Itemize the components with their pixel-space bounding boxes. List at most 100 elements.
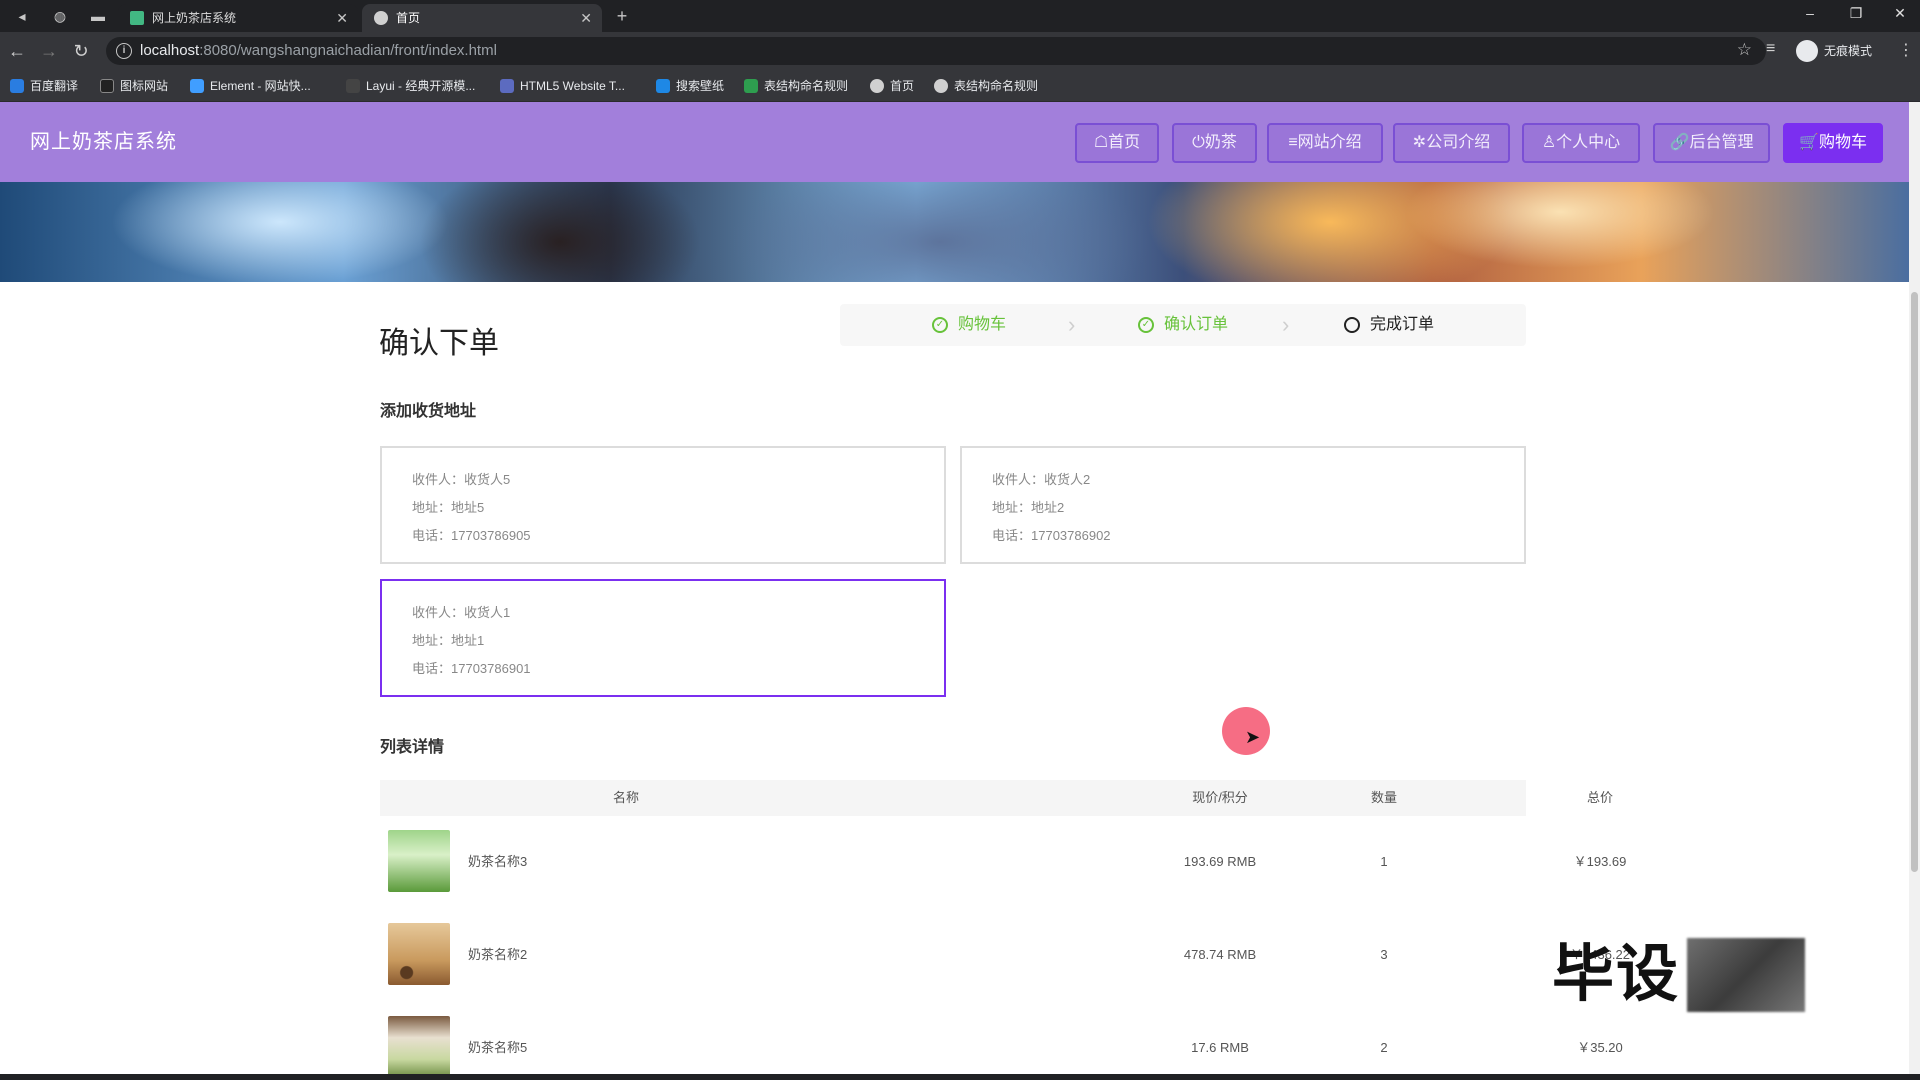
watermark-blur (1687, 938, 1805, 1012)
browser-toolbar: ← → ↻ i localhost:8080/wangshangnaichadi… (0, 32, 1920, 70)
back-icon[interactable]: ← (6, 40, 28, 62)
incognito-profile[interactable]: 无痕模式 (1796, 39, 1872, 63)
product-qty: 1 (1380, 854, 1388, 869)
tab-title: 首页 (396, 11, 421, 25)
chevron-right-icon: › (1068, 312, 1076, 337)
vue-icon (130, 11, 144, 25)
product-name: 奶茶名称3 (468, 854, 528, 869)
table-header: 名称 现价/积分 数量 总价 (380, 780, 1613, 816)
layui-icon (346, 79, 360, 93)
scrollbar-thumb[interactable] (1911, 292, 1918, 872)
new-tab-button[interactable]: + (612, 6, 632, 26)
chevron-right-icon: › (1282, 312, 1290, 337)
product-image[interactable] (388, 923, 450, 985)
product-name: 奶茶名称5 (468, 1040, 528, 1055)
page-scrollbar[interactable] (1909, 102, 1920, 1080)
product-price: 17.6 RMB (1191, 1040, 1249, 1055)
bookmark-item[interactable]: Element - 网站快... (190, 70, 311, 102)
bookmark-item[interactable]: 图标网站 (100, 70, 168, 102)
tab-search-icon[interactable]: ◂ (12, 6, 32, 26)
bookmarks-bar: 百度翻译 图标网站 Element - 网站快... Layui - 经典开源模… (0, 70, 1920, 102)
address-card[interactable]: 收件人：收货人5 地址：地址5 电话：17703786905 (380, 446, 946, 564)
globe-icon[interactable]: ◍ (50, 6, 70, 26)
window-icon[interactable]: ▬ (88, 6, 108, 26)
step-complete: 完成订单 (1344, 304, 1434, 346)
check-circle-icon: ✓ (932, 317, 948, 333)
address-text: 地址：地址1 (412, 633, 485, 648)
reload-icon[interactable]: ↻ (70, 40, 92, 62)
address-section-title: 添加收货地址 (380, 403, 477, 420)
address-card-selected[interactable]: 收件人：收货人1 地址：地址1 电话：17703786901 (380, 579, 946, 697)
bookmark-item[interactable]: 百度翻译 (10, 70, 78, 102)
browser-tab-2[interactable]: 首页 ✕ (362, 4, 602, 32)
browser-tab-1[interactable]: 网上奶茶店系统 ✕ (118, 4, 358, 32)
nav-site-intro[interactable]: ≡网站介绍 (1267, 123, 1383, 163)
product-image[interactable] (388, 830, 450, 892)
address-text: 地址：地址5 (412, 500, 485, 515)
table-row: 奶茶名称5 17.6 RMB 2 ￥35.20 (380, 1002, 1623, 1080)
tab-title: 网上奶茶店系统 (152, 11, 237, 25)
nav-cart[interactable]: 🛒购物车 (1783, 123, 1883, 163)
restore-icon[interactable]: ❐ (1834, 0, 1878, 28)
close-icon[interactable]: ✕ (336, 4, 348, 32)
product-price: 193.69 RMB (1183, 854, 1257, 869)
recipient-text: 收件人：收货人1 (412, 605, 511, 620)
check-circle-icon: ✓ (1138, 317, 1154, 333)
bookmark-item[interactable]: 搜索壁纸 (656, 70, 724, 102)
globe-icon (374, 11, 388, 25)
bookmark-item[interactable]: 首页 (870, 70, 914, 102)
browser-tab-bar: ◂ ◍ ▬ 网上奶茶店系统 ✕ 首页 ✕ + – ❐ ✕ (0, 0, 1920, 32)
product-qty: 3 (1380, 947, 1388, 962)
col-price: 现价/积分 (1192, 790, 1248, 805)
col-total: 总价 (1586, 790, 1613, 805)
wallpaper-icon (656, 79, 670, 93)
bookmark-item[interactable]: 表结构命名规则 (744, 70, 848, 102)
bottom-edge (0, 1074, 1920, 1080)
col-name: 名称 (612, 790, 639, 805)
info-icon[interactable]: i (116, 43, 132, 59)
recipient-text: 收件人：收货人2 (992, 472, 1091, 487)
url-text[interactable]: localhost:8080/wangshangnaichadian/front… (140, 37, 497, 65)
nav-user-center[interactable]: ♙个人中心 (1522, 123, 1640, 163)
menu-icon[interactable]: ⋮ (1898, 40, 1914, 60)
address-bar[interactable]: i localhost:8080/wangshangnaichadian/fro… (106, 37, 1766, 65)
table-row: 奶茶名称3 193.69 RMB 1 ￥193.69 (380, 816, 1626, 908)
order-steps: ✓ 购物车 › ✓ 确认订单 › 完成订单 (840, 304, 1526, 346)
bookmark-item[interactable]: HTML5 Website T... (500, 70, 625, 102)
col-qty: 数量 (1370, 790, 1397, 805)
phone-text: 电话：17703786901 (412, 661, 531, 676)
nav-company-intro[interactable]: ✲公司介绍 (1393, 123, 1510, 163)
site-header: 网上奶茶店系统 ☖首页 ⏻奶茶 ≡网站介绍 ✲公司介绍 ♙个人中心 🔗后台管理 … (0, 102, 1909, 182)
forward-icon[interactable]: → (38, 40, 60, 62)
bookmark-item[interactable]: Layui - 经典开源模... (346, 70, 475, 102)
product-total: ￥35.20 (1577, 1040, 1623, 1055)
step-cart: ✓ 购物车 (932, 304, 1006, 346)
window-close-icon[interactable]: ✕ (1878, 0, 1920, 28)
minimize-icon[interactable]: – (1788, 0, 1832, 28)
nav-milk-tea[interactable]: ⏻奶茶 (1172, 123, 1257, 163)
cursor-icon: ➤ (1245, 727, 1261, 747)
bookmark-star-icon[interactable]: ☆ (1737, 40, 1752, 60)
reading-list-icon[interactable]: ≡ (1766, 40, 1775, 58)
table-row: 奶茶名称2 478.74 RMB 3 ￥1436.22 (380, 909, 1630, 1001)
flag-icon (100, 79, 114, 93)
phone-text: 电话：17703786905 (412, 528, 531, 543)
product-qty: 2 (1380, 1040, 1388, 1055)
element-icon (190, 79, 204, 93)
bookmark-item[interactable]: 表结构命名规则 (934, 70, 1038, 102)
product-price: 478.74 RMB (1183, 947, 1257, 962)
page-title: 确认下单 (379, 327, 499, 360)
site-brand[interactable]: 网上奶茶店系统 (30, 102, 177, 182)
watermark-text: 毕设 (1552, 940, 1681, 1009)
product-name: 奶茶名称2 (468, 947, 528, 962)
banner-image (0, 182, 1909, 282)
address-card[interactable]: 收件人：收货人2 地址：地址2 电话：17703786902 (960, 446, 1526, 564)
circle-icon (1344, 317, 1360, 333)
product-total: ￥193.69 (1573, 854, 1627, 869)
step-confirm: ✓ 确认订单 (1138, 304, 1228, 346)
nav-home[interactable]: ☖首页 (1075, 123, 1159, 163)
close-icon[interactable]: ✕ (580, 4, 592, 32)
product-image[interactable] (388, 1016, 450, 1078)
nav-admin[interactable]: 🔗后台管理 (1653, 123, 1770, 163)
list-section-title: 列表详情 (380, 739, 445, 756)
